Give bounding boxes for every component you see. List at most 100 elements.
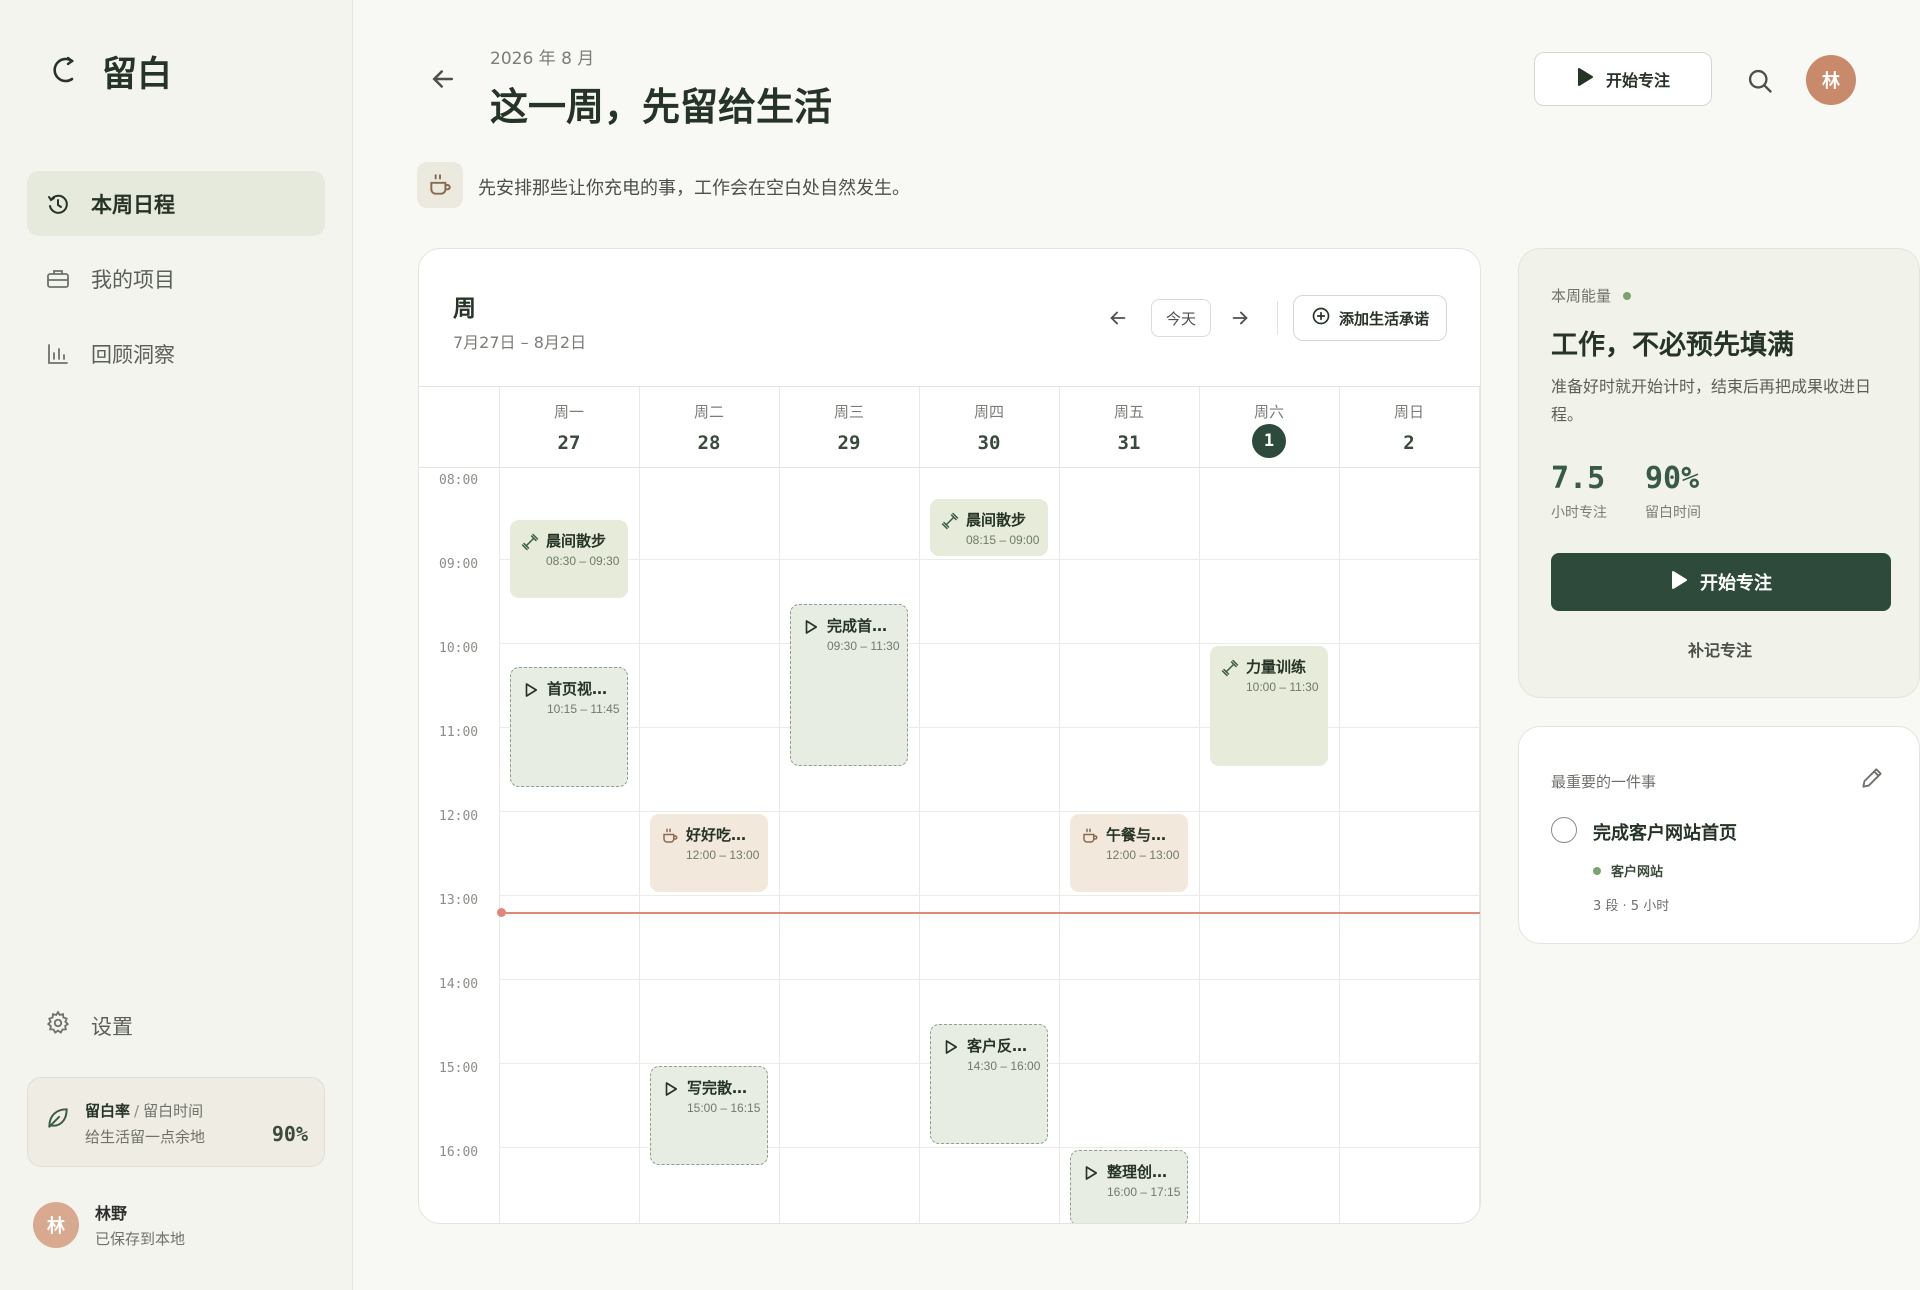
rate-title-line: 留白率 / 留白时间 xyxy=(85,1102,204,1120)
add-life-commitment-button[interactable]: 添加生活承诺 xyxy=(1293,295,1447,341)
current-time-line xyxy=(501,911,1480,914)
event-time: 16:00 – 17:15 xyxy=(1107,1185,1181,1199)
rate-title: 留白率 xyxy=(85,1102,131,1120)
time-label: 09:00 xyxy=(439,557,479,572)
event-title: 晨间散步 xyxy=(546,532,607,550)
avatar[interactable]: 林 xyxy=(1806,55,1856,105)
edit-button[interactable] xyxy=(1859,765,1885,795)
settings-link[interactable]: 设置 xyxy=(45,1010,133,1041)
event-title: 完成首… xyxy=(827,617,888,635)
add-label: 添加生活承诺 xyxy=(1338,309,1429,328)
play-icon xyxy=(661,1079,681,1099)
today-button[interactable]: 今天 xyxy=(1151,299,1211,337)
most-important-card: 最重要的一件事 完成客户网站首页 客户网站 3 段 · 5 小时 xyxy=(1518,726,1920,944)
day-number: 27 xyxy=(557,432,581,454)
user-profile[interactable]: 林 林野 已保存到本地 xyxy=(33,1200,185,1249)
next-week-button[interactable] xyxy=(1229,307,1251,333)
event-block[interactable]: 午餐与… 12:00 – 13:00 xyxy=(1070,814,1188,892)
grid-hour-line xyxy=(499,811,1480,812)
nav-label: 回顾洞察 xyxy=(91,342,175,367)
event-time: 10:00 – 11:30 xyxy=(1246,680,1319,694)
arrow-left-icon xyxy=(1110,311,1126,325)
start-focus-label: 开始专注 xyxy=(1605,71,1670,90)
cup-icon xyxy=(1080,826,1100,846)
event-block[interactable]: 晨间散步 08:15 – 09:00 xyxy=(930,499,1048,556)
event-block[interactable]: 晨间散步 08:30 – 09:30 xyxy=(510,520,628,598)
task-checkbox[interactable] xyxy=(1551,817,1577,843)
day-header[interactable]: 周二 28 xyxy=(639,401,779,458)
user-status: 已保存到本地 xyxy=(95,1230,186,1248)
day-header[interactable]: 周三 29 xyxy=(779,401,919,458)
month-label: 2026 年 8 月 xyxy=(490,49,595,69)
day-header[interactable]: 周四 30 xyxy=(919,401,1059,458)
day-header[interactable]: 周日 2 xyxy=(1339,401,1479,458)
dumbbell-icon xyxy=(1220,658,1240,678)
time-label: 16:00 xyxy=(439,1145,479,1160)
day-number: 28 xyxy=(697,432,721,454)
arrow-left-icon xyxy=(432,70,453,88)
start-focus-label: 开始专注 xyxy=(1700,573,1772,594)
event-title: 首页视… xyxy=(547,680,608,698)
cup-icon xyxy=(660,826,680,846)
event-time: 12:00 – 13:00 xyxy=(686,848,760,862)
time-label: 08:00 xyxy=(439,473,479,488)
weekly-energy-card: 本周能量 工作，不必预先填满 准备好时就开始计时，结束后再把成果收进日程。 7.… xyxy=(1518,248,1920,698)
week-calendar: 周 7月27日 – 8月2日 今天 添加生活承诺 周一 27 周二 28 周三 29 周四 3… xyxy=(418,248,1481,1224)
day-name: 周五 xyxy=(1113,403,1144,421)
event-title: 力量训练 xyxy=(1246,658,1307,676)
event-block[interactable]: 首页视… 10:15 – 11:45 xyxy=(510,667,628,787)
time-label: 12:00 xyxy=(439,809,479,824)
event-block[interactable]: 完成首… 09:30 – 11:30 xyxy=(790,604,908,766)
time-label: 11:00 xyxy=(439,725,479,740)
event-block[interactable]: 写完散… 15:00 – 16:15 xyxy=(650,1066,768,1165)
day-name: 周六 xyxy=(1253,403,1284,421)
task-meta: 3 段 · 5 小时 xyxy=(1593,899,1670,914)
stat-value: 7.5 xyxy=(1551,461,1606,496)
event-block[interactable]: 整理创… 16:00 – 17:15 xyxy=(1070,1150,1188,1223)
play-icon xyxy=(801,617,821,637)
nav-item-schedule[interactable]: 本周日程 xyxy=(27,171,325,236)
time-label: 13:00 xyxy=(439,893,479,908)
grid-hour-line xyxy=(499,979,1480,980)
grid-column-line xyxy=(1059,387,1060,1223)
grid-column-line xyxy=(1339,387,1340,1223)
day-name: 周日 xyxy=(1393,403,1424,421)
event-title: 午餐与… xyxy=(1106,826,1167,844)
grid-column-line xyxy=(639,387,640,1223)
event-time: 10:15 – 11:45 xyxy=(547,702,620,716)
event-title: 整理创… xyxy=(1107,1163,1168,1181)
time-label: 15:00 xyxy=(439,1061,479,1076)
nav-item-projects[interactable]: 我的项目 xyxy=(27,246,325,311)
main-nav: 本周日程 我的项目 回顾洞察 xyxy=(27,171,325,396)
start-focus-primary-button[interactable]: 开始专注 xyxy=(1551,553,1891,611)
day-name: 周三 xyxy=(833,403,864,421)
briefcase-icon xyxy=(45,266,71,292)
timer-icon xyxy=(45,191,71,217)
play-icon xyxy=(1670,570,1688,595)
day-header[interactable]: 周五 31 xyxy=(1059,401,1199,458)
status-dot xyxy=(1623,291,1632,300)
app-name: 留白 xyxy=(102,55,173,95)
day-header[interactable]: 周一 27 xyxy=(499,401,639,458)
app-logo[interactable]: 留白 xyxy=(50,46,172,97)
grid-column-line xyxy=(1199,387,1200,1223)
stat-value: 90% xyxy=(1645,461,1700,496)
event-block[interactable]: 客户反… 14:30 – 16:00 xyxy=(930,1024,1048,1144)
event-block[interactable]: 力量训练 10:00 – 11:30 xyxy=(1210,646,1328,766)
day-number: 30 xyxy=(977,432,1001,454)
energy-label-row: 本周能量 xyxy=(1551,285,1632,306)
stat-focus-hours: 7.5 小时专注 xyxy=(1551,461,1607,522)
start-focus-button[interactable]: 开始专注 xyxy=(1534,52,1712,106)
event-block[interactable]: 好好吃… 12:00 – 13:00 xyxy=(650,814,768,892)
back-button[interactable] xyxy=(428,64,458,94)
search-icon[interactable] xyxy=(1746,67,1774,99)
log-focus-link[interactable]: 补记专注 xyxy=(1519,637,1920,661)
nav-item-insights[interactable]: 回顾洞察 xyxy=(27,321,325,386)
prev-week-button[interactable] xyxy=(1107,307,1129,333)
day-header[interactable]: 周六 1 xyxy=(1199,401,1339,458)
day-name: 周一 xyxy=(553,403,584,421)
grid-column-line xyxy=(1479,387,1480,1223)
plus-circle-icon xyxy=(1311,306,1331,330)
energy-desc: 准备好时就开始计时，结束后再把成果收进日程。 xyxy=(1551,377,1872,424)
day-name: 周二 xyxy=(693,403,724,421)
